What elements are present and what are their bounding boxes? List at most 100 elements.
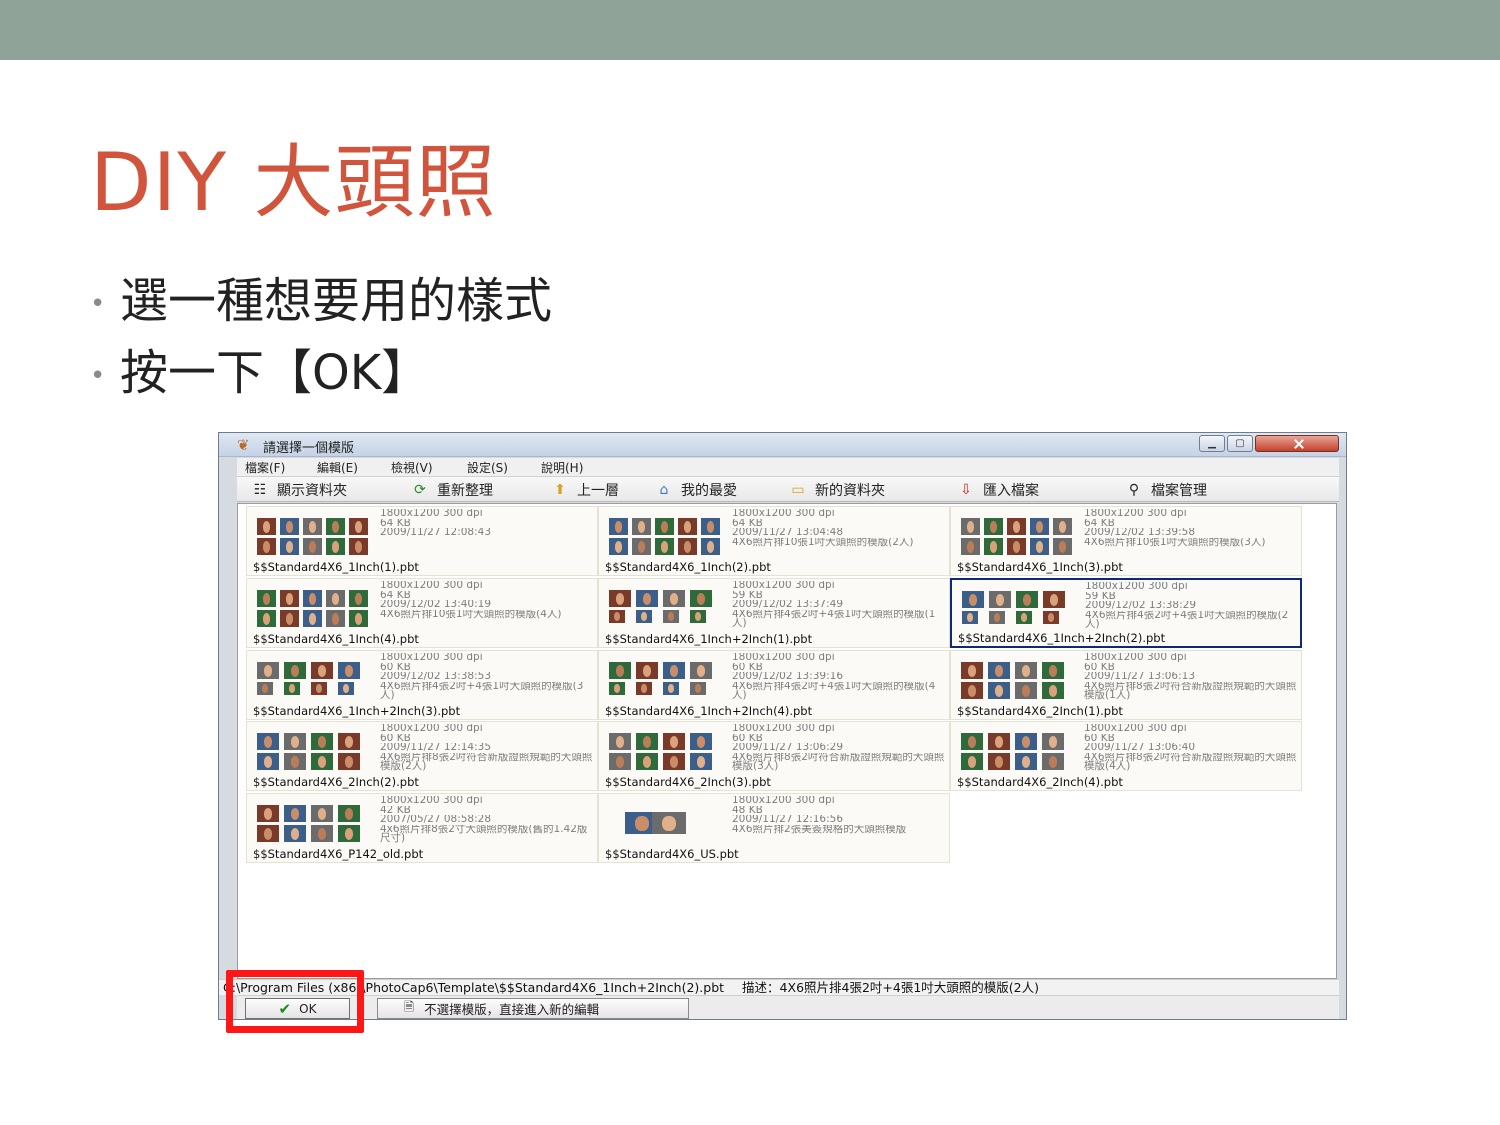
template-card[interactable]: 1800x1200 300 dpi 64 KB 2009/11/27 13:04:4… bbox=[598, 506, 950, 576]
face-shape bbox=[263, 736, 273, 748]
template-resolution: 1800x1200 300 dpi bbox=[732, 724, 835, 734]
menu-edit[interactable]: 編輯(E) bbox=[317, 459, 358, 476]
portrait-photo bbox=[690, 682, 706, 695]
menu-view[interactable]: 檢視(V) bbox=[391, 459, 433, 476]
template-meta: 1800x1200 300 dpi 42 KB 2007/05/27 08:58:2… bbox=[380, 796, 595, 844]
file-manage-button[interactable]: ⚲ 檔案管理 bbox=[1125, 480, 1207, 500]
face-shape bbox=[308, 521, 317, 533]
import-file-button[interactable]: ⇩ 匯入檔案 bbox=[957, 480, 1039, 500]
face-shape bbox=[967, 736, 977, 748]
new-folder-button[interactable]: ▭ 新的資料夾 bbox=[789, 480, 885, 500]
template-size: 59 KB bbox=[1085, 591, 1116, 602]
portrait-photo bbox=[257, 662, 279, 679]
portrait-photo bbox=[961, 682, 983, 699]
face-shape bbox=[354, 613, 363, 625]
portrait-photo bbox=[257, 825, 279, 842]
template-card[interactable]: 1800x1200 300 dpi 59 KB 2009/12/02 13:38:2… bbox=[950, 578, 1302, 648]
template-filename: $$Standard4X6_US.pbt bbox=[605, 847, 739, 861]
bullet-dot-icon: • bbox=[90, 289, 106, 319]
minimize-button[interactable]: ▁ bbox=[1199, 435, 1225, 452]
portrait-photo bbox=[338, 825, 360, 842]
portrait-photo bbox=[636, 610, 652, 623]
template-filename: $$Standard4X6_1Inch(2).pbt bbox=[605, 560, 771, 574]
template-card[interactable]: 1800x1200 300 dpi 60 KB 2009/12/02 13:39:1… bbox=[598, 650, 950, 720]
file-manage-label: 檔案管理 bbox=[1151, 483, 1207, 499]
face-shape bbox=[262, 613, 271, 625]
face-shape bbox=[966, 521, 975, 533]
close-button[interactable] bbox=[1255, 435, 1339, 452]
template-card[interactable]: 1800x1200 300 dpi 60 KB 2009/11/27 13:06:1… bbox=[950, 650, 1302, 720]
template-card[interactable]: 1800x1200 300 dpi 42 KB 2007/05/27 08:58:2… bbox=[246, 793, 598, 863]
favorites-button[interactable]: ⌂ 我的最愛 bbox=[655, 480, 737, 500]
template-filename: $$Standard4X6_1Inch(4).pbt bbox=[253, 632, 419, 646]
window-titlebar[interactable]: ❦ 請選擇一個模版 ▁ ▢ bbox=[219, 433, 1346, 457]
maximize-button[interactable]: ▢ bbox=[1227, 435, 1253, 452]
import-icon: ⇩ bbox=[960, 482, 972, 498]
face-shape bbox=[290, 756, 300, 768]
portrait-photo bbox=[280, 610, 299, 627]
face-shape bbox=[290, 808, 300, 820]
template-size: 59 KB bbox=[732, 590, 763, 601]
toolbar: ☷ 顯示資料夾 ⟳ 重新整理 ⬆ 上一層 ⌂ 我的最愛 ▭ 新的資料夾 ⇩ 匯入… bbox=[237, 476, 1339, 502]
template-filename: $$Standard4X6_1Inch+2Inch(4).pbt bbox=[605, 704, 813, 718]
face-shape bbox=[1021, 685, 1031, 697]
portrait-photo bbox=[609, 610, 625, 623]
template-card[interactable]: 1800x1200 300 dpi 59 KB 2009/12/02 13:37:4… bbox=[598, 578, 950, 648]
face-shape bbox=[1035, 541, 1044, 553]
show-folder-button[interactable]: ☷ 顯示資料夾 bbox=[251, 480, 347, 500]
portrait-photo bbox=[1043, 611, 1059, 624]
bullet-text: 按一下【OK】 bbox=[120, 345, 430, 401]
portrait-photo bbox=[326, 610, 345, 627]
face-shape bbox=[288, 684, 296, 694]
menu-settings[interactable]: 設定(S) bbox=[467, 459, 508, 476]
portrait-photo bbox=[1016, 611, 1032, 624]
template-thumbnail bbox=[257, 804, 369, 844]
template-card[interactable]: 1800x1200 300 dpi 64 KB 2009/11/27 12:08:4… bbox=[246, 506, 598, 576]
face-shape bbox=[290, 828, 300, 840]
template-card[interactable]: 1800x1200 300 dpi 60 KB 2009/11/27 12:14:3… bbox=[246, 721, 598, 791]
face-shape bbox=[706, 541, 715, 553]
template-card[interactable]: 1800x1200 300 dpi 48 KB 2009/11/27 12:16:5… bbox=[598, 793, 950, 863]
template-thumbnail bbox=[609, 517, 721, 557]
template-resolution: 1800x1200 300 dpi bbox=[1085, 582, 1188, 592]
up-level-label: 上一層 bbox=[577, 483, 619, 499]
template-card[interactable]: 1800x1200 300 dpi 60 KB 2009/11/27 13:06:4… bbox=[950, 721, 1302, 791]
reorganize-button[interactable]: ⟳ 重新整理 bbox=[411, 480, 493, 500]
portrait-photo bbox=[663, 610, 679, 623]
template-card[interactable]: 1800x1200 300 dpi 60 KB 2009/11/27 13:06:2… bbox=[598, 721, 950, 791]
face-shape bbox=[967, 756, 977, 768]
template-thumbnail bbox=[257, 732, 369, 772]
face-shape bbox=[344, 828, 354, 840]
up-level-button[interactable]: ⬆ 上一層 bbox=[551, 480, 619, 500]
skip-template-button[interactable]: 🗎 不選擇模版，直接進入新的編輯 bbox=[377, 998, 689, 1019]
face-shape bbox=[642, 736, 652, 748]
face-shape bbox=[669, 665, 679, 677]
template-size: 64 KB bbox=[1084, 518, 1115, 529]
face-shape bbox=[615, 665, 625, 677]
face-shape bbox=[262, 521, 271, 533]
face-shape bbox=[614, 521, 623, 533]
face-shape bbox=[694, 612, 702, 622]
template-meta: 1800x1200 300 dpi 64 KB 2009/12/02 13:39:5… bbox=[1084, 509, 1299, 547]
template-card[interactable]: 1800x1200 300 dpi 64 KB 2009/12/02 13:40:1… bbox=[246, 578, 598, 648]
portrait-photo bbox=[1042, 733, 1064, 750]
portrait-photo bbox=[655, 518, 674, 535]
template-thumbnail bbox=[257, 517, 369, 557]
template-dialog: ❦ 請選擇一個模版 ▁ ▢ 檔案(F) 編輯(E) 檢視(V) 設定(S) 說明… bbox=[218, 432, 1347, 1020]
menu-help[interactable]: 說明(H) bbox=[541, 459, 583, 476]
template-filename: $$Standard4X6_2Inch(1).pbt bbox=[957, 704, 1123, 718]
new-folder-label: 新的資料夾 bbox=[815, 483, 885, 499]
bullet-list: • 選一種想要用的樣式 • 按一下【OK】 bbox=[90, 265, 552, 409]
portrait-photo bbox=[663, 753, 685, 770]
template-date: 2009/11/27 13:06:13 bbox=[1084, 672, 1196, 682]
template-description: 4X6照片排8張2吋符合新版證照規範的大頭照模版(1人) bbox=[1084, 681, 1297, 701]
template-card[interactable]: 1800x1200 300 dpi 60 KB 2009/12/02 13:38:5… bbox=[246, 650, 598, 720]
template-meta: 1800x1200 300 dpi 64 KB 2009/11/27 12:08:4… bbox=[380, 509, 595, 538]
template-date: 2009/11/27 13:06:40 bbox=[1084, 743, 1196, 753]
show-folder-label: 顯示資料夾 bbox=[277, 483, 347, 499]
menu-file[interactable]: 檔案(F) bbox=[245, 459, 285, 476]
template-card[interactable]: 1800x1200 300 dpi 64 KB 2009/12/02 13:39:5… bbox=[950, 506, 1302, 576]
status-bar: C:\Program Files (x86)\PhotoCap6\Templat… bbox=[219, 979, 1339, 995]
template-thumbnail bbox=[609, 589, 721, 629]
portrait-photo bbox=[609, 518, 628, 535]
